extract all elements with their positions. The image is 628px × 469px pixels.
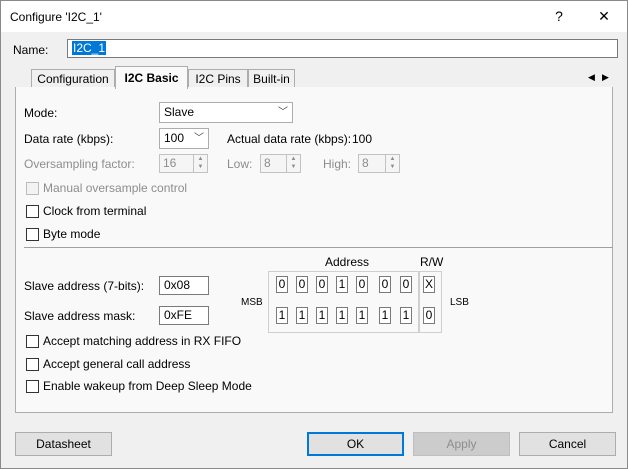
title-bar: Configure 'I2C_1' ? ✕ <box>1 1 627 32</box>
clock-from-terminal-label: Clock from terminal <box>43 204 147 218</box>
address-header: Address <box>325 255 370 269</box>
mode-value: Slave <box>164 105 195 119</box>
mask-bit-1[interactable]: 1 <box>379 307 391 324</box>
actual-rate-value: 100 <box>352 132 373 146</box>
mask-bit-3[interactable]: 1 <box>336 307 348 324</box>
accept-matching-checkbox[interactable] <box>26 335 39 348</box>
address-bit-1[interactable]: 0 <box>379 276 391 293</box>
tab-i2c-pins[interactable]: I2C Pins <box>188 69 248 89</box>
mask-bit-2[interactable]: 1 <box>356 307 368 324</box>
mask-rw-bit[interactable]: 0 <box>423 307 435 324</box>
tab-built-in[interactable]: Built-in <box>248 69 295 89</box>
data-rate-combo[interactable]: 100 ﹀ <box>159 128 209 149</box>
mask-bit-0[interactable]: 1 <box>400 307 412 324</box>
name-input[interactable]: I2C_1 <box>67 39 618 58</box>
clock-from-terminal-checkbox[interactable] <box>26 205 39 218</box>
data-rate-value: 100 <box>164 131 185 145</box>
chevron-down-icon: ﹀ <box>278 107 288 118</box>
tab-scroll-left-icon[interactable]: ◀ <box>588 72 595 83</box>
byte-mode-label: Byte mode <box>43 227 101 241</box>
rw-header: R/W <box>420 255 444 269</box>
low-value: 8 <box>264 156 271 170</box>
help-button[interactable]: ? <box>536 1 582 32</box>
address-bit-6[interactable]: 0 <box>276 276 288 293</box>
mask-bit-4[interactable]: 1 <box>316 307 328 324</box>
slave-address-label: Slave address (7-bits): <box>24 279 145 293</box>
slave-mask-input[interactable]: 0xFE <box>159 306 209 325</box>
accept-general-call-label: Accept general call address <box>43 357 191 371</box>
spinner-arrows-icon: ▲ ▼ <box>193 155 207 172</box>
datasheet-button[interactable]: Datasheet <box>15 432 112 456</box>
address-rw-bit[interactable]: X <box>423 276 435 293</box>
manual-oversample-label: Manual oversample control <box>43 181 188 195</box>
apply-button: Apply <box>413 432 510 456</box>
enable-wakeup-checkbox[interactable] <box>26 380 39 393</box>
slave-address-input[interactable]: 0x08 <box>159 276 209 295</box>
mask-bit-5[interactable]: 1 <box>296 307 308 324</box>
address-bit-4[interactable]: 0 <box>316 276 328 293</box>
high-label: High: <box>323 157 352 171</box>
enable-wakeup-label: Enable wakeup from Deep Sleep Mode <box>43 379 252 393</box>
low-stepper: 8 ▲ ▼ <box>260 154 301 173</box>
tab-i2c-basic[interactable]: I2C Basic <box>115 66 188 89</box>
slave-mask-label: Slave address mask: <box>24 309 136 323</box>
spinner-arrows-icon: ▲ ▼ <box>286 155 300 172</box>
accept-general-call-checkbox[interactable] <box>26 358 39 371</box>
high-value: 8 <box>362 156 369 170</box>
spinner-arrows-icon: ▲ ▼ <box>385 155 399 172</box>
name-label: Name: <box>13 43 49 57</box>
mode-label: Mode: <box>24 106 58 120</box>
actual-rate-label: Actual data rate (kbps): <box>227 132 352 146</box>
close-icon[interactable]: ✕ <box>581 1 627 32</box>
cancel-button[interactable]: Cancel <box>519 432 616 456</box>
ok-button[interactable]: OK <box>307 432 404 456</box>
name-value: I2C_1 <box>72 41 107 55</box>
window-title: Configure 'I2C_1' <box>10 10 102 24</box>
tab-configuration[interactable]: Configuration <box>31 69 115 89</box>
lsb-label: LSB <box>450 297 469 308</box>
oversampling-label: Oversampling factor: <box>24 157 135 171</box>
data-rate-label: Data rate (kbps): <box>24 132 114 146</box>
mask-bit-6[interactable]: 1 <box>276 307 288 324</box>
oversampling-stepper: 16 ▲ ▼ <box>159 154 208 173</box>
address-bit-2[interactable]: 0 <box>356 276 368 293</box>
manual-oversample-checkbox <box>26 182 39 195</box>
address-bit-0[interactable]: 0 <box>400 276 412 293</box>
accept-matching-label: Accept matching address in RX FIFO <box>43 334 242 348</box>
oversampling-value: 16 <box>163 156 177 170</box>
divider <box>24 247 613 248</box>
msb-label: MSB <box>241 297 263 308</box>
mode-select[interactable]: Slave ﹀ <box>159 102 293 123</box>
address-bit-3[interactable]: 1 <box>336 276 348 293</box>
low-label: Low: <box>227 157 253 171</box>
chevron-down-icon: ﹀ <box>194 133 204 144</box>
tab-scroll-right-icon[interactable]: ▶ <box>602 72 609 83</box>
address-bit-5[interactable]: 0 <box>296 276 308 293</box>
byte-mode-checkbox[interactable] <box>26 228 39 241</box>
high-stepper: 8 ▲ ▼ <box>358 154 400 173</box>
